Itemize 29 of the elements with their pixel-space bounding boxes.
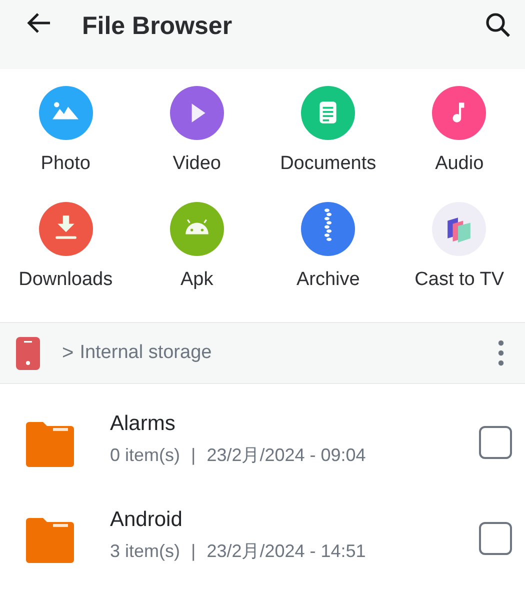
phone-icon xyxy=(16,336,40,370)
window-title: File Browser xyxy=(82,11,232,42)
back-icon[interactable] xyxy=(26,11,52,35)
category-shortcut[interactable]: Archive xyxy=(262,202,394,306)
search-icon[interactable] xyxy=(485,12,511,38)
folder-icon xyxy=(26,518,74,563)
meta-separator: | xyxy=(191,540,196,563)
category-shortcut[interactable]: Audio xyxy=(394,86,525,190)
category-shortcut[interactable]: Cast to TV xyxy=(394,202,525,306)
folder-row[interactable]: Alarms 0 item(s) | 23/2月/2024 - 09:04 xyxy=(0,400,525,496)
meta-separator: | xyxy=(191,444,196,467)
category-shortcut[interactable]: Apk xyxy=(131,202,262,306)
folder-name: Alarms xyxy=(110,411,176,437)
folder-row[interactable]: Android 3 item(s) | 23/2月/2024 - 14:51 xyxy=(0,496,525,592)
more-icon[interactable] xyxy=(497,339,505,367)
category-shortcut[interactable]: Downloads xyxy=(0,202,132,306)
category-shortcut[interactable]: Documents xyxy=(262,86,394,190)
item-count: 3 item(s) xyxy=(110,540,180,563)
checkbox[interactable] xyxy=(479,426,512,459)
folder-name: Android xyxy=(110,507,184,533)
breadcrumb-item[interactable]: Internal storage xyxy=(80,338,212,368)
checkbox[interactable] xyxy=(479,522,512,555)
item-count: 0 item(s) xyxy=(110,444,180,467)
category-shortcut[interactable]: Video xyxy=(131,86,262,190)
folder-icon xyxy=(26,422,74,467)
modified-date: 23/2月/2024 - 14:51 xyxy=(206,540,366,562)
category-shortcut[interactable]: Photo xyxy=(0,86,132,190)
modified-date: 23/2月/2024 - 09:04 xyxy=(206,444,366,466)
breadcrumb-separator: > xyxy=(62,341,74,366)
